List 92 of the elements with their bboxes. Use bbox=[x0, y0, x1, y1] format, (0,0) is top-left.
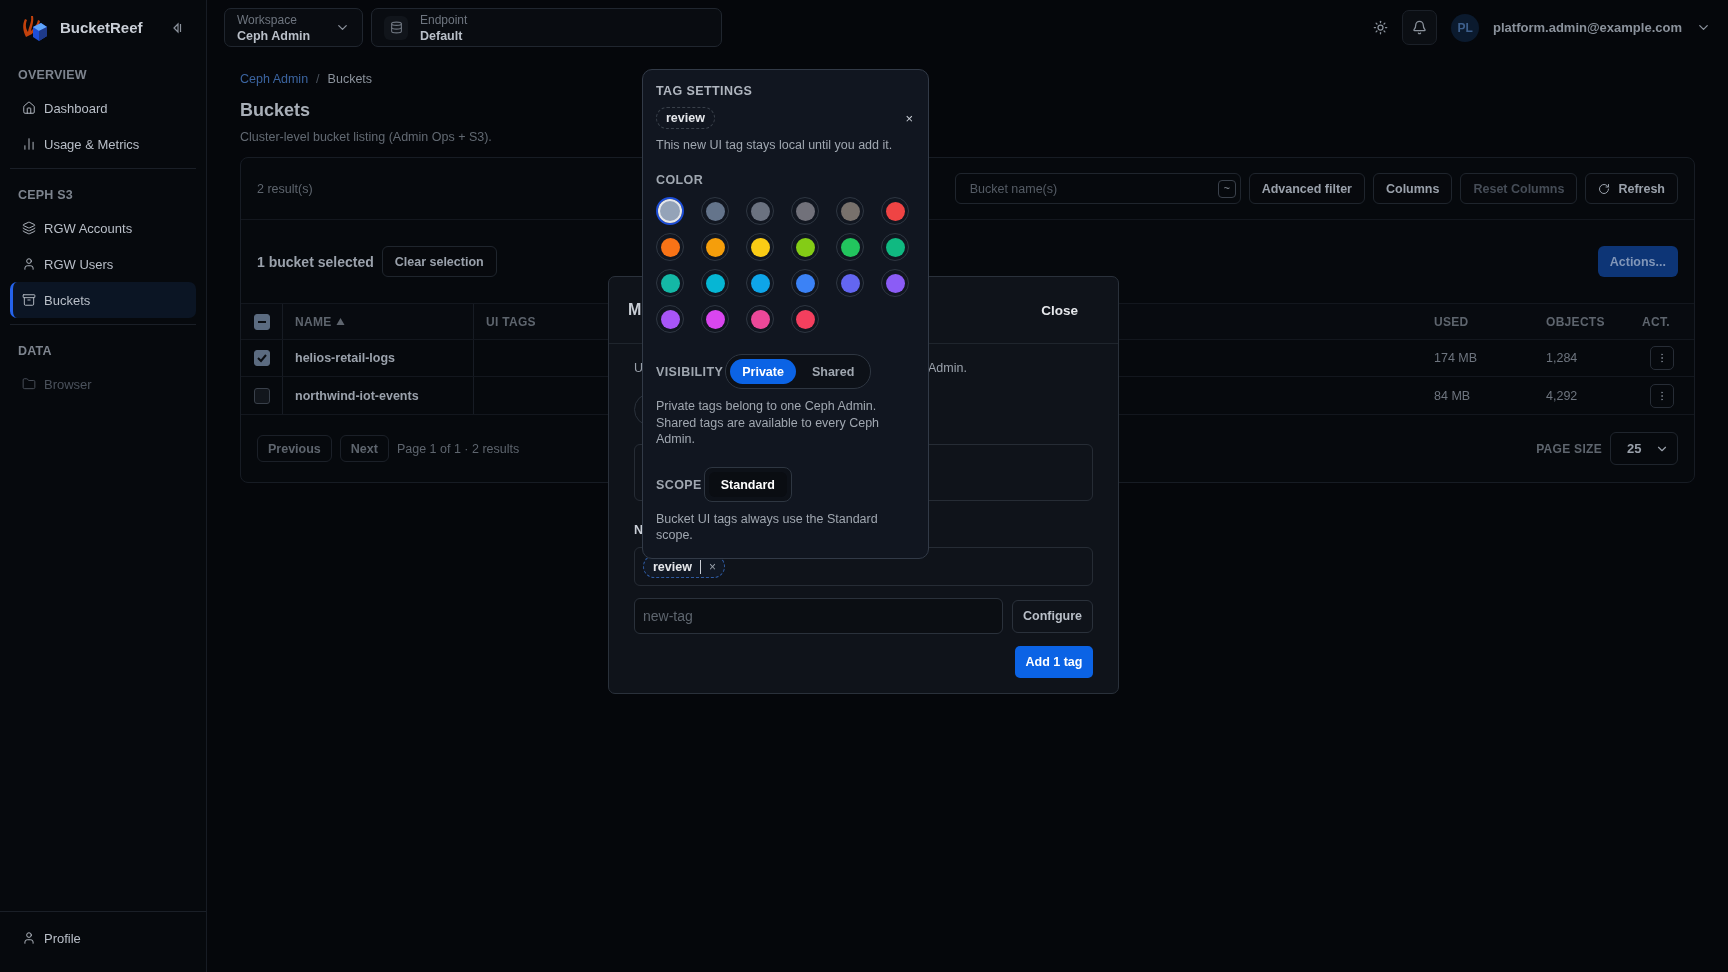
color-swatch[interactable] bbox=[836, 233, 864, 262]
page-info: Page 1 of 1 · 2 results bbox=[396, 441, 520, 456]
remove-tag-button[interactable]: × bbox=[708, 559, 716, 574]
scope-help: Bucket UI tags always use the Standard scope. bbox=[656, 511, 879, 544]
color-swatch[interactable] bbox=[791, 197, 819, 226]
color-swatch[interactable] bbox=[656, 305, 684, 334]
match-mode-button[interactable]: ~ bbox=[1217, 179, 1236, 198]
table-cell-text: 4,292 bbox=[1545, 387, 1579, 405]
new-tag-input[interactable]: new-tag bbox=[634, 598, 1003, 634]
user-icon bbox=[22, 931, 36, 945]
user-icon bbox=[22, 257, 36, 271]
color-swatch[interactable] bbox=[656, 233, 684, 262]
toolbar-button[interactable]: Refresh bbox=[1585, 173, 1678, 204]
dialog-description: U bbox=[634, 361, 644, 375]
visibility-label: VISIBILITY bbox=[656, 364, 724, 379]
color-label: COLOR bbox=[656, 173, 705, 188]
theme-sun-icon[interactable] bbox=[1373, 20, 1389, 35]
page-size-select[interactable]: 25 bbox=[1610, 432, 1678, 465]
sidebar-item[interactable]: Usage & Metrics bbox=[10, 126, 196, 162]
close-button[interactable]: × bbox=[905, 110, 915, 126]
section-title: CEPH S3 bbox=[17, 187, 74, 204]
table-cell-text: 174 MB bbox=[1433, 350, 1479, 367]
section-title: OVERVIEW bbox=[17, 67, 88, 84]
bucket-name[interactable]: helios-retail-logs bbox=[282, 340, 473, 376]
color-swatch[interactable] bbox=[746, 305, 774, 334]
home-icon bbox=[22, 101, 36, 115]
table-cell-text: 1,284 bbox=[1545, 350, 1579, 367]
bucket-search-field[interactable]: Bucket name(s) ~ bbox=[954, 173, 1241, 204]
dialog-title: M bbox=[628, 301, 642, 319]
box-icon bbox=[22, 293, 36, 307]
page-title: Buckets bbox=[240, 100, 311, 121]
configure-button[interactable]: Configure bbox=[1012, 599, 1093, 633]
color-swatch[interactable] bbox=[746, 233, 774, 262]
color-swatch[interactable] bbox=[881, 197, 909, 226]
color-swatch[interactable] bbox=[791, 269, 819, 298]
actions-button[interactable]: Actions... bbox=[1597, 246, 1678, 277]
scope-option[interactable]: Standard bbox=[708, 472, 787, 497]
row-checkbox[interactable] bbox=[253, 350, 270, 366]
scope-label: SCOPE bbox=[656, 477, 702, 492]
result-count: 2 result(s) bbox=[257, 181, 313, 196]
color-swatch[interactable] bbox=[701, 269, 729, 298]
check-icon bbox=[255, 352, 268, 364]
clear-selection-button[interactable]: Clear selection bbox=[381, 246, 497, 277]
sidebar-item[interactable]: Buckets bbox=[10, 282, 196, 318]
workspace-select[interactable]: Workspace Ceph Admin bbox=[224, 8, 363, 47]
folder-icon bbox=[22, 377, 36, 391]
sidebar-item[interactable]: RGW Users bbox=[10, 246, 196, 282]
selection-count: 1 bucket selected bbox=[257, 253, 374, 270]
page-size-label: PAGE SIZE bbox=[1536, 441, 1602, 456]
user-menu[interactable]: platform.admin@example.com bbox=[1493, 20, 1711, 35]
add-tag-button[interactable]: Add 1 tag bbox=[1015, 646, 1093, 678]
color-swatch[interactable] bbox=[746, 197, 774, 226]
visibility-option[interactable]: Private bbox=[730, 359, 796, 385]
sidebar-item[interactable]: RGW Accounts bbox=[10, 210, 196, 246]
dialog-description: Admin. bbox=[928, 361, 967, 375]
app-name: BucketReef bbox=[60, 19, 144, 36]
popover-note: This new UI tag stays local until you add it. bbox=[656, 137, 894, 154]
notifications-button[interactable] bbox=[1402, 10, 1438, 45]
section-title: DATA bbox=[17, 343, 53, 360]
visibility-option[interactable]: Shared bbox=[799, 359, 867, 385]
sidebar-item[interactable]: Dashboard bbox=[10, 90, 196, 126]
color-swatch[interactable] bbox=[701, 197, 729, 226]
color-swatch[interactable] bbox=[836, 269, 864, 298]
color-swatch[interactable] bbox=[701, 233, 729, 262]
profile-link[interactable]: Profile bbox=[22, 926, 184, 950]
page-path-text: Buckets bbox=[327, 72, 373, 86]
refresh-icon bbox=[1598, 182, 1611, 195]
endpoint-select[interactable]: Endpoint Default bbox=[371, 8, 722, 47]
close-button[interactable]: Close bbox=[1041, 302, 1078, 318]
color-swatch[interactable] bbox=[746, 269, 774, 298]
color-swatch[interactable] bbox=[701, 305, 729, 334]
color-swatch[interactable] bbox=[881, 233, 909, 262]
toolbar-button[interactable]: Columns bbox=[1372, 173, 1453, 204]
popover-title: TAG SETTINGS bbox=[656, 84, 754, 98]
color-swatch[interactable] bbox=[881, 269, 909, 298]
visibility-help: Private tags belong to one Ceph Admin. Shared tags are available to every Ceph Admin. bbox=[656, 398, 881, 447]
row-checkbox[interactable] bbox=[253, 387, 270, 404]
layers-icon bbox=[22, 221, 36, 235]
bucket-name[interactable]: northwind-iot-events bbox=[282, 377, 473, 414]
bar-chart-icon bbox=[22, 137, 36, 151]
color-swatch[interactable] bbox=[791, 233, 819, 262]
select-all-checkbox[interactable] bbox=[253, 313, 270, 330]
user-avatar: PL bbox=[1451, 13, 1480, 42]
database-icon bbox=[384, 15, 408, 40]
table-cell-text: 84 MB bbox=[1433, 387, 1472, 405]
color-swatch[interactable] bbox=[836, 197, 864, 226]
color-swatch[interactable] bbox=[791, 305, 819, 334]
bell-icon bbox=[1412, 20, 1428, 35]
toolbar-button[interactable]: Advanced filter bbox=[1248, 173, 1365, 204]
color-swatch[interactable] bbox=[656, 269, 684, 298]
path-separator: / bbox=[316, 72, 320, 86]
page-subtitle: Cluster-level bucket listing (Admin Ops + S3). bbox=[240, 130, 492, 144]
